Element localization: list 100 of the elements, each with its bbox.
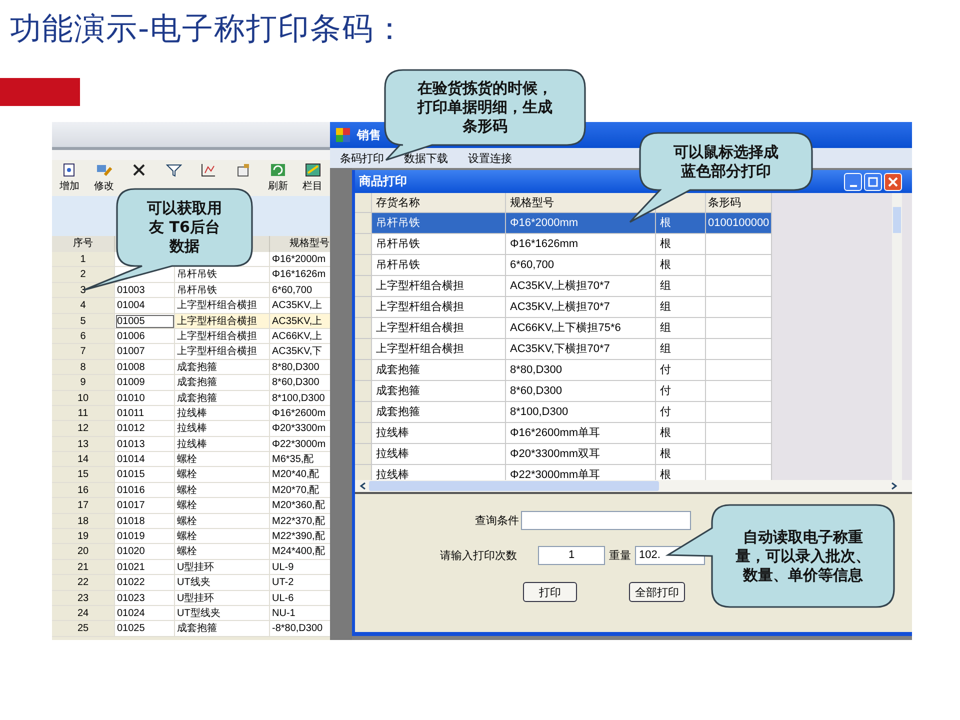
toolbar-button[interactable]: 刷新 (260, 163, 296, 193)
print-button[interactable]: 打印 (523, 582, 577, 602)
row-number: 4 (52, 298, 115, 314)
row-header[interactable] (355, 360, 372, 381)
row-number: 19 (52, 529, 115, 544)
maximize-button[interactable] (864, 172, 882, 190)
column-header[interactable]: 条形码 (706, 193, 772, 213)
toolbar-button[interactable]: 增加 (52, 163, 87, 193)
print-button[interactable]: 全部打印 (629, 582, 685, 602)
table-cell: Φ16*2000mm (506, 213, 656, 234)
menu-item[interactable]: 数据下载 (404, 150, 448, 166)
table-row[interactable]: 拉线棒 Φ22*3000mm单耳 根 (355, 465, 892, 480)
toolbar-button[interactable]: 修改 (86, 163, 122, 193)
table-cell: 上字型杆组合横担 (372, 297, 506, 318)
close-button[interactable] (884, 172, 902, 190)
window-title: 销售 (357, 126, 381, 144)
table-cell: 01022 (115, 575, 175, 591)
document-icon (61, 163, 78, 177)
scrollbar[interactable] (355, 480, 912, 492)
table-cell: 01013 (115, 436, 175, 452)
menu-item[interactable]: 条码打印 (340, 150, 384, 166)
table-cell: M20*40,配 (270, 467, 330, 483)
count-field[interactable]: 1 (538, 546, 605, 564)
table-row[interactable]: 成套抱箍 8*60,D300 付 (355, 381, 892, 402)
table-cell (706, 402, 772, 423)
scroll-thumb[interactable] (369, 481, 659, 491)
table-row[interactable]: 上字型杆组合横担 AC66KV,上下横担75*6 组 (355, 318, 892, 339)
table-row[interactable]: 吊杆吊铁 Φ16*1626mm 根 (355, 234, 892, 255)
table-cell: 成套抱箍 (372, 402, 506, 423)
table-cell: 成套抱箍 (175, 621, 270, 637)
table-cell: 8*60,D300 (270, 375, 330, 391)
table-row[interactable]: 上字型杆组合横担 AC35KV,上横担70*7 组 (355, 276, 892, 297)
table-row[interactable]: 拉线棒 Φ20*3300mm双耳 根 (355, 444, 892, 465)
table-cell: 上字型杆组合横担 (175, 344, 270, 360)
table-cell: 付 (656, 402, 706, 423)
table-cell: 6*60,700 (270, 282, 330, 298)
table-row[interactable]: 上字型杆组合横担 AC35KV,下横担70*7 组 (355, 339, 892, 360)
table-cell: 拉线棒 (175, 436, 270, 452)
table-cell: 8*100,D300 (506, 402, 656, 423)
table-cell: 根 (656, 465, 706, 480)
table-row[interactable]: 吊杆吊铁 6*60,700 根 (355, 255, 892, 276)
row-number: 1 (52, 252, 115, 268)
row-header[interactable] (355, 318, 372, 339)
field-label: 请输入打印次数 (440, 548, 518, 562)
scrollbar[interactable] (892, 193, 902, 480)
table-cell: 拉线棒 (175, 406, 270, 422)
query-field[interactable] (521, 510, 691, 530)
table-cell: 根 (656, 234, 706, 255)
table-cell: M24*400,配 (270, 544, 330, 560)
chart-icon (200, 163, 216, 177)
minimize-button[interactable] (844, 172, 862, 190)
table-cell: Φ22*3000mm单耳 (506, 465, 656, 480)
table-row[interactable]: 拉线棒 Φ16*2600mm单耳 根 (355, 423, 892, 444)
row-header[interactable] (355, 276, 372, 297)
minimize-icon (850, 184, 856, 186)
row-header[interactable] (355, 213, 372, 234)
row-header[interactable] (355, 444, 372, 465)
table-cell: 拉线棒 (372, 423, 506, 444)
row-header[interactable] (355, 297, 372, 318)
funnel-icon (166, 163, 182, 177)
table-cell: 吊杆吊铁 (372, 213, 506, 234)
close-icon (888, 176, 898, 186)
row-header[interactable] (355, 234, 372, 255)
row-header[interactable] (355, 339, 372, 360)
table-cell: -8*80,D300 (270, 621, 330, 637)
toolbar-button[interactable]: 栏目 (295, 163, 330, 193)
column-header[interactable]: 规格型号 (506, 193, 656, 213)
table-cell: AC35KV,上 (270, 298, 330, 314)
table-cell: 8*80,D300 (270, 360, 330, 376)
table-cell: 01005 (115, 314, 175, 329)
table-cell: M20*70,配 (270, 482, 330, 498)
scroll-thumb[interactable] (893, 207, 901, 233)
row-number: 10 (52, 390, 115, 406)
row-header[interactable] (355, 465, 372, 480)
callout-text: 可以鼠标选择成蓝色部分打印 (672, 142, 780, 180)
row-header[interactable] (355, 255, 372, 276)
table-cell: 01020 (115, 544, 175, 560)
row-number: 24 (52, 606, 115, 622)
table-row[interactable]: 成套抱箍 8*80,D300 付 (355, 360, 892, 381)
table-cell: 螺栓 (175, 482, 270, 498)
row-header[interactable] (355, 402, 372, 423)
table-row[interactable]: 上字型杆组合横担 AC35KV,上横担70*7 组 (355, 297, 892, 318)
menu-item[interactable]: 设置连接 (468, 150, 512, 166)
row-header[interactable] (355, 423, 372, 444)
table-cell: M22*390,配 (270, 529, 330, 544)
table-cell (706, 381, 772, 402)
table-cell (706, 255, 772, 276)
table-cell (706, 318, 772, 339)
table-cell: 01023 (115, 590, 175, 606)
row-number: 5 (52, 314, 115, 329)
row-header[interactable] (355, 381, 372, 402)
table-cell: 上字型杆组合横担 (175, 328, 270, 344)
row-number: 20 (52, 544, 115, 560)
row-number: 2 (52, 267, 115, 283)
table-cell: UT线夹 (175, 575, 270, 591)
table-cell: 组 (656, 297, 706, 318)
table-cell: 根 (656, 444, 706, 465)
table-row[interactable]: 成套抱箍 8*100,D300 付 (355, 402, 892, 423)
column-header[interactable]: 存货名称 (372, 193, 506, 213)
table-row[interactable]: 吊杆吊铁 Φ16*2000mm 根 0100100000 (355, 213, 892, 234)
